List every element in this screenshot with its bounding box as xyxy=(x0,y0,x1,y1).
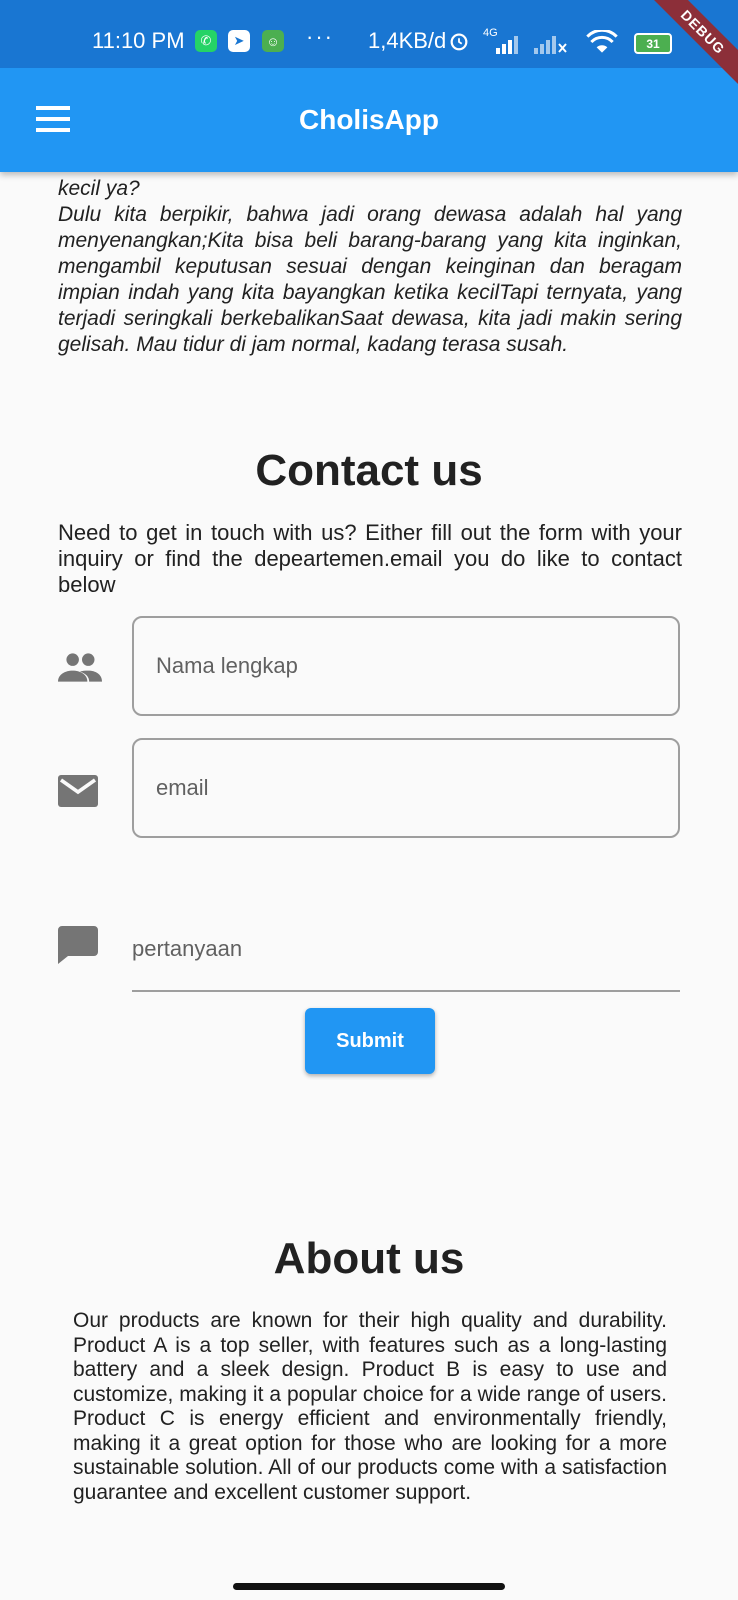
people-icon xyxy=(58,653,102,682)
signal-icon xyxy=(496,36,518,54)
full-name-placeholder: Nama lengkap xyxy=(156,653,298,678)
email-field[interactable]: email xyxy=(132,738,680,838)
app-title: CholisApp xyxy=(299,104,439,135)
status-time: 11:10 PM xyxy=(92,28,185,53)
question-placeholder: pertanyaan xyxy=(132,936,243,961)
contact-description: Need to get in touch with us? Either fil… xyxy=(58,520,682,597)
network-speed: 1,4KB/d xyxy=(368,28,447,53)
intro-text: kecil ya? Dulu kita berpikir, bahwa jadi… xyxy=(58,177,682,356)
question-field[interactable]: pertanyaan xyxy=(132,914,680,992)
status-bar: 11:10 PM ✆ ➤ ☺ ··· 1,4KB/d 4G 31 xyxy=(0,0,738,68)
telegram-icon: ➤ xyxy=(228,30,250,52)
home-indicator[interactable] xyxy=(233,1583,505,1590)
more-notifications-icon: ··· xyxy=(306,24,334,49)
full-name-field[interactable]: Nama lengkap xyxy=(132,616,680,716)
email-placeholder: email xyxy=(156,775,209,800)
alarm-icon xyxy=(450,33,468,51)
whatsapp-icon: ✆ xyxy=(195,30,217,52)
about-title: About us xyxy=(273,1234,465,1283)
app-bar: CholisApp xyxy=(0,68,738,172)
battery-icon: 31 xyxy=(634,33,672,54)
contact-title: Contact us xyxy=(255,446,483,495)
wifi-icon xyxy=(586,30,618,53)
signal-2-icon xyxy=(534,36,567,54)
chat-icon xyxy=(58,926,98,964)
submit-button[interactable]: Submit xyxy=(305,1008,435,1074)
email-icon xyxy=(58,775,98,807)
android-notification-icon: ☺ xyxy=(262,30,284,52)
about-paragraph: Our products are known for their high qu… xyxy=(73,1309,667,1504)
battery-level: 31 xyxy=(646,36,660,51)
intro-paragraph: kecil ya? Dulu kita berpikir, bahwa jadi… xyxy=(58,176,682,358)
